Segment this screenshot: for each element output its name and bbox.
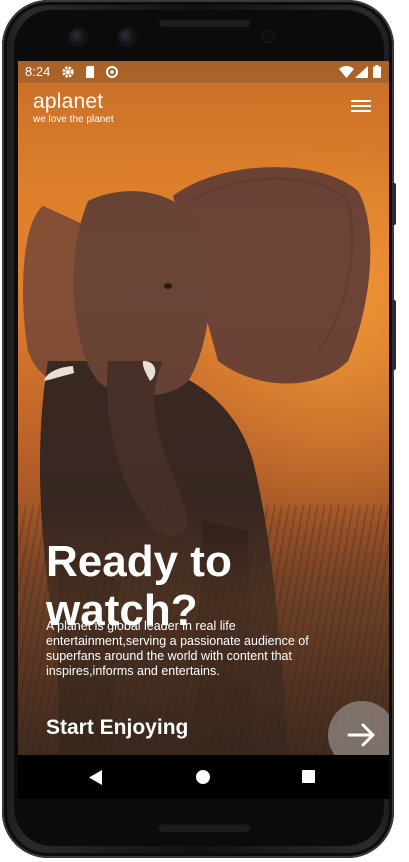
volume-button — [392, 300, 396, 370]
sd-card-icon — [86, 66, 94, 78]
gear-icon — [62, 66, 74, 78]
recent-apps-icon[interactable] — [302, 770, 315, 783]
front-camera — [70, 29, 86, 45]
status-bar: 8:24 — [18, 61, 389, 83]
signal-icon — [355, 66, 368, 78]
brand-name: aplanet — [33, 90, 104, 113]
bottom-speaker — [158, 823, 251, 832]
hero-description: A planet is global leader in real life e… — [46, 619, 309, 678]
brand-logo: aplanet we love the planet — [33, 90, 114, 126]
brand-tagline: we love the planet — [33, 114, 114, 125]
arrow-right-icon — [347, 723, 375, 747]
proximity-sensor — [263, 31, 274, 42]
status-time: 8:24 — [25, 64, 51, 79]
wifi-icon — [339, 66, 354, 78]
start-enjoying-link[interactable]: Start Enjoying — [46, 716, 188, 740]
app-screen: 8:24 aplanet we love the planet Ready to… — [18, 61, 389, 799]
back-icon[interactable] — [89, 770, 103, 785]
hamburger-menu-icon[interactable] — [348, 97, 374, 119]
home-icon[interactable] — [196, 770, 210, 784]
earpiece-speaker — [158, 18, 251, 27]
system-navigation-bar — [18, 755, 389, 799]
front-camera-secondary — [119, 29, 135, 45]
battery-icon — [373, 65, 381, 78]
sync-icon — [106, 66, 118, 78]
power-button — [392, 183, 396, 225]
